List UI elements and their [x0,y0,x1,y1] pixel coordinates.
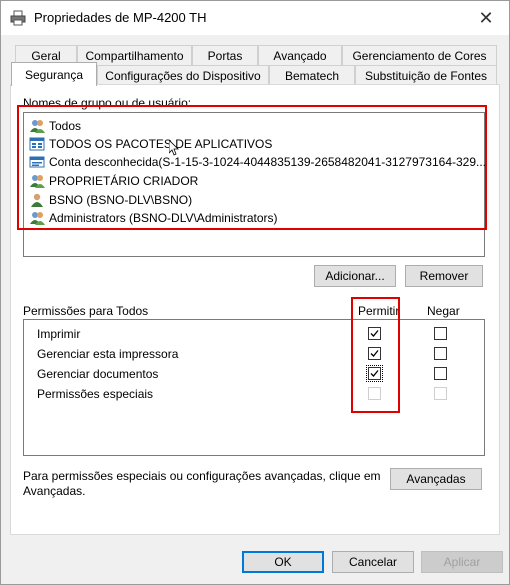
group-icon [29,210,46,226]
permission-label: Gerenciar esta impressora [37,347,179,361]
unknown-account-icon [29,154,46,170]
list-item-administrators[interactable]: Administrators (BSNO-DLV\Administrators) [29,209,278,227]
deny-checkbox-gerenciar-impressora[interactable] [434,347,447,360]
app-packages-icon [29,136,46,152]
permission-row-gerenciar-impressora: Gerenciar esta impressora [37,345,178,363]
permissions-label: Permissões para Todos [23,304,149,318]
close-icon: ✕ [478,7,494,28]
list-item-app-packages[interactable]: TODOS OS PACOTES DE APLICATIVOS [29,135,272,153]
advanced-hint-line1: Para permissões especiais ou configuraçõ… [23,469,381,483]
printer-properties-dialog: Propriedades de MP-4200 TH ✕ Geral Compa… [0,0,510,585]
list-item-todos[interactable]: Todos [29,117,81,135]
deny-checkbox-imprimir[interactable] [434,327,447,340]
permission-row-permissoes-especiais: Permissões especiais [37,385,153,403]
printer-icon [10,10,26,26]
add-button[interactable]: Adicionar... [314,265,396,287]
list-item-label: Administrators (BSNO-DLV\Administrators) [49,211,278,225]
tab-avancado[interactable]: Avançado [258,45,342,65]
tab-configuracoes-do-dispositivo[interactable]: Configurações do Dispositivo [97,65,269,85]
deny-column-header: Negar [427,304,460,318]
apply-button[interactable]: Aplicar [421,551,503,573]
user-icon [29,192,46,208]
permission-label: Permissões especiais [37,387,154,401]
window-title: Propriedades de MP-4200 TH [34,10,207,25]
tab-gerenciamento-de-cores[interactable]: Gerenciamento de Cores [342,45,497,65]
advanced-button[interactable]: Avançadas [390,468,482,490]
allow-checkbox-gerenciar-documentos[interactable] [366,365,383,382]
group-icon [29,118,46,134]
allow-column-header: Permitir [358,304,400,318]
tab-substituicao-de-fontes[interactable]: Substituição de Fontes [355,65,497,85]
list-item-label: BSNO (BSNO-DLV\BSNO) [49,193,193,207]
groups-label: Nomes de grupo ou de usuário: [23,96,192,110]
allow-checkbox-imprimir[interactable] [368,327,381,340]
deny-checkbox-permissoes-especiais [434,387,447,400]
list-item-bsno[interactable]: BSNO (BSNO-DLV\BSNO) [29,191,192,209]
remove-button[interactable]: Remover [405,265,483,287]
list-item-label: Conta desconhecida(S-1-15-3-1024-4044835… [49,155,487,169]
close-button[interactable]: ✕ [463,1,509,35]
permission-label: Gerenciar documentos [37,367,159,381]
deny-checkbox-gerenciar-documentos[interactable] [434,367,447,380]
ok-button[interactable]: OK [242,551,324,573]
tab-seguranca[interactable]: Segurança [11,62,97,86]
advanced-hint-line2: Avançadas. [23,484,86,498]
permission-label: Imprimir [37,327,81,341]
tab-portas[interactable]: Portas [192,45,258,65]
list-item-label: TODOS OS PACOTES DE APLICATIVOS [49,137,273,151]
group-icon [29,173,46,189]
list-item-label: PROPRIETÁRIO CRIADOR [49,174,199,188]
cancel-button[interactable]: Cancelar [332,551,414,573]
title-bar: Propriedades de MP-4200 TH ✕ [1,1,509,35]
allow-checkbox-gerenciar-impressora[interactable] [368,347,381,360]
permission-row-imprimir: Imprimir [37,325,80,343]
tab-bematech[interactable]: Bematech [269,65,355,85]
allow-checkbox-permissoes-especiais [368,387,381,400]
list-item-proprietario-criador[interactable]: PROPRIETÁRIO CRIADOR [29,172,198,190]
mouse-cursor-icon [168,139,179,159]
list-item-label: Todos [49,119,82,133]
groups-listbox[interactable]: Todos TODOS OS PACOTES DE APLICATIVOS Co… [23,112,486,257]
permissions-list: Imprimir Gerenciar esta impressora Geren… [23,319,485,456]
list-item-unknown-account[interactable]: Conta desconhecida(S-1-15-3-1024-4044835… [29,153,486,171]
permission-row-gerenciar-documentos: Gerenciar documentos [37,365,158,383]
